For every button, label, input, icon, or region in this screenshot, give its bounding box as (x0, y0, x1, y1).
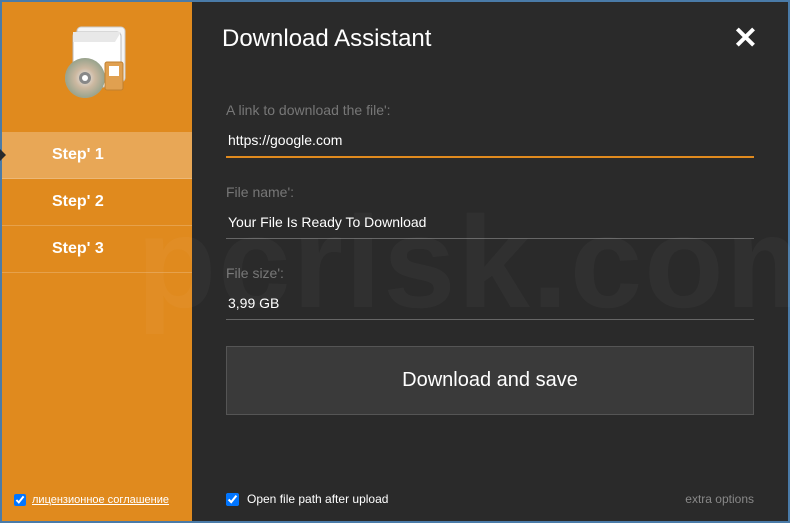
filename-label: File name': (226, 184, 754, 200)
open-path-row: Open file path after upload (226, 492, 388, 506)
step-3[interactable]: Step' 3 (2, 226, 192, 273)
download-button-label: Download and save (402, 369, 578, 391)
license-checkbox[interactable] (14, 494, 26, 506)
license-link[interactable]: лицензионное соглашение (32, 494, 169, 506)
open-path-label: Open file path after upload (247, 492, 388, 506)
license-agreement-row: лицензионное соглашение (14, 494, 169, 506)
open-path-checkbox[interactable] (226, 493, 239, 506)
link-field-group: A link to download the file': (226, 102, 754, 158)
filesize-input[interactable] (226, 289, 754, 320)
step-label: Step' 1 (52, 146, 104, 163)
step-1[interactable]: Step' 1 (2, 132, 192, 179)
filename-input[interactable] (226, 208, 754, 239)
filesize-field-group: File size': (226, 265, 754, 320)
step-label: Step' 3 (52, 240, 104, 257)
filesize-label: File size': (226, 265, 754, 281)
link-label: A link to download the file': (226, 102, 754, 118)
main-panel: pcrisk.com Download Assistant ✕ A link t… (192, 2, 788, 521)
page-title: Download Assistant (222, 25, 431, 53)
step-2[interactable]: Step' 2 (2, 179, 192, 226)
step-label: Step' 2 (52, 193, 104, 210)
extra-options-link[interactable]: extra options (685, 492, 754, 506)
close-icon[interactable]: ✕ (733, 24, 758, 54)
form-area: A link to download the file': File name'… (192, 72, 788, 425)
sidebar: Step' 1 Step' 2 Step' 3 лицензионное сог… (2, 2, 192, 521)
link-input[interactable] (226, 126, 754, 158)
header: Download Assistant ✕ (192, 2, 788, 72)
footer: Open file path after upload extra option… (226, 492, 754, 506)
filename-field-group: File name': (226, 184, 754, 239)
installer-icon (57, 22, 137, 102)
download-save-button[interactable]: Download and save (226, 346, 754, 415)
